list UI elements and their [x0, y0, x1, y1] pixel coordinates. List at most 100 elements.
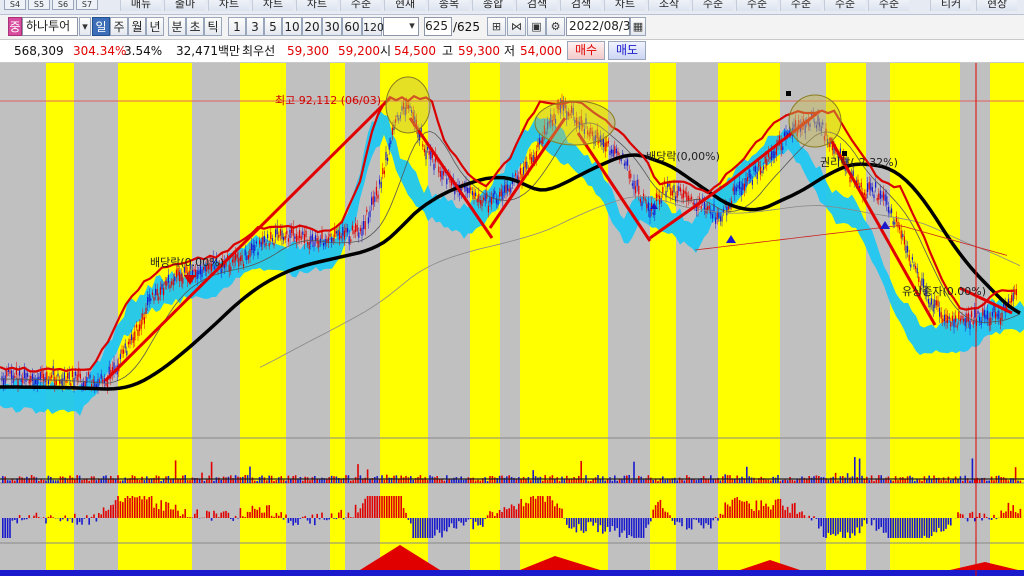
menu-tab[interactable]: 수준 — [340, 0, 381, 11]
oscillator-bar — [885, 518, 887, 533]
oscillator-bar — [1019, 508, 1022, 518]
volume-bar — [201, 472, 203, 483]
candle — [41, 370, 43, 379]
search-icon[interactable]: ▾ — [79, 17, 91, 36]
menu-tab[interactable]: 차트 — [208, 0, 249, 11]
oscillator-bar — [748, 503, 750, 518]
menu-tab[interactable]: 수준 — [692, 0, 733, 11]
candle — [323, 243, 325, 247]
oscillator-bar — [33, 515, 35, 518]
screen-tab[interactable]: S7 — [76, 0, 98, 10]
period-tick-button[interactable]: 틱 — [204, 17, 222, 36]
menu-tab[interactable]: 차트 — [252, 0, 293, 11]
menu-tab[interactable]: 조작 — [648, 0, 689, 11]
interval-button[interactable]: 3 — [246, 17, 264, 36]
period-minute-button[interactable]: 분 — [168, 17, 186, 36]
interval-button[interactable]: 10 — [282, 17, 302, 36]
menu-tab[interactable]: 수준 — [824, 0, 865, 11]
period-month-button[interactable]: 월 — [128, 17, 146, 36]
interval-button[interactable]: 30 — [322, 17, 342, 36]
menu-tab[interactable]: 차트 — [296, 0, 337, 11]
interval-button[interactable]: 60 — [342, 17, 362, 36]
volume-bar — [40, 479, 42, 483]
oscillator-bar — [762, 505, 765, 518]
menu-tab[interactable]: 출마 — [164, 0, 205, 11]
save-icon[interactable]: ▣ — [527, 17, 546, 36]
candle — [68, 372, 70, 380]
candle — [524, 161, 526, 168]
menu-tab[interactable]: 수준 — [868, 0, 909, 11]
screen-tab[interactable]: S5 — [28, 0, 50, 10]
volume-bar — [930, 479, 933, 483]
volume-bar — [652, 479, 654, 483]
oscillator-bar — [909, 518, 911, 538]
interval-button[interactable]: 1 — [228, 17, 246, 36]
oscillator-bar — [95, 518, 98, 522]
volume-bar — [765, 479, 767, 483]
volume-bar — [467, 477, 470, 483]
menu-tab[interactable]: 차트 — [604, 0, 645, 11]
period-second-button[interactable]: 초 — [186, 17, 204, 36]
oscillator-bar — [129, 498, 131, 518]
candle — [350, 239, 352, 242]
candle — [707, 206, 709, 211]
interval-button[interactable]: 120 — [362, 17, 384, 36]
oscillator-bar — [306, 518, 309, 521]
date-input[interactable]: 2022/08/30 — [566, 17, 638, 36]
dual-chart-icon[interactable]: ⋈ — [507, 17, 526, 36]
volume-bar — [926, 479, 928, 483]
volume-bar — [431, 476, 434, 483]
volume-bar — [443, 480, 446, 483]
screen-tab[interactable]: S6 — [52, 0, 74, 10]
oscillator-bar — [374, 496, 376, 518]
candle — [913, 264, 915, 267]
candle — [991, 312, 993, 317]
volume-bar — [302, 480, 304, 483]
calendar-icon[interactable]: ▦ — [630, 17, 646, 36]
menu-tab[interactable]: 검색 — [516, 0, 557, 11]
oscillator-bar — [760, 500, 762, 518]
oscillator-bar — [2, 518, 4, 538]
menu-tab[interactable]: 현상 — [976, 0, 1017, 11]
oscillator-bar — [242, 516, 244, 518]
interval-button[interactable]: 20 — [302, 17, 322, 36]
oscillator-bar — [28, 515, 30, 518]
buy-button[interactable]: 매수 — [567, 41, 605, 60]
oscillator-bar — [678, 518, 681, 523]
oscillator-bar — [623, 518, 626, 531]
menu-tab[interactable]: 티커 — [930, 0, 971, 11]
oscillator-bar — [652, 509, 654, 518]
chevron-down-icon[interactable]: ▾ — [405, 17, 419, 36]
screen-tab[interactable]: S4 — [4, 0, 26, 10]
period-year-button[interactable]: 년 — [146, 17, 164, 36]
dual-chart-icon[interactable]: ⊞ — [487, 17, 506, 36]
oscillator-bar — [861, 518, 863, 527]
data-count-input[interactable]: 625 — [424, 17, 452, 36]
oscillator-bar — [645, 518, 647, 528]
menu-tab[interactable]: 수준 — [780, 0, 821, 11]
volume-bar — [580, 460, 582, 483]
price-chart[interactable]: 최고 92,112 (06/03) 배당락(0.00%) 배당락(0,00%) … — [0, 63, 1024, 576]
candle — [675, 196, 677, 202]
settings-icon[interactable]: ⚙ — [546, 17, 565, 36]
menu-tab[interactable]: 검색 — [560, 0, 601, 11]
volume-bar — [604, 480, 606, 483]
menu-tab[interactable]: 수준 — [736, 0, 777, 11]
menu-tab[interactable]: 종목 — [428, 0, 469, 11]
stock-name-field[interactable]: 하나투어 — [22, 17, 78, 36]
low-price: 54,000 — [520, 44, 562, 58]
menu-tab[interactable]: 현재 — [384, 0, 425, 11]
oscillator-bar — [486, 515, 489, 518]
menu-tab[interactable]: 매뉴 — [120, 0, 161, 11]
period-day-button[interactable]: 일 — [92, 17, 110, 36]
sell-button[interactable]: 매도 — [608, 41, 646, 60]
candle — [119, 353, 121, 360]
interval-button[interactable]: 5 — [264, 17, 282, 36]
oscillator-bar — [618, 518, 621, 538]
volume-bar — [309, 480, 311, 483]
period-week-button[interactable]: 주 — [110, 17, 128, 36]
oscillator-bar — [822, 518, 825, 538]
oscillator-bar — [249, 511, 251, 518]
menu-tab[interactable]: 종합 — [472, 0, 513, 11]
volume-bar — [484, 477, 486, 483]
